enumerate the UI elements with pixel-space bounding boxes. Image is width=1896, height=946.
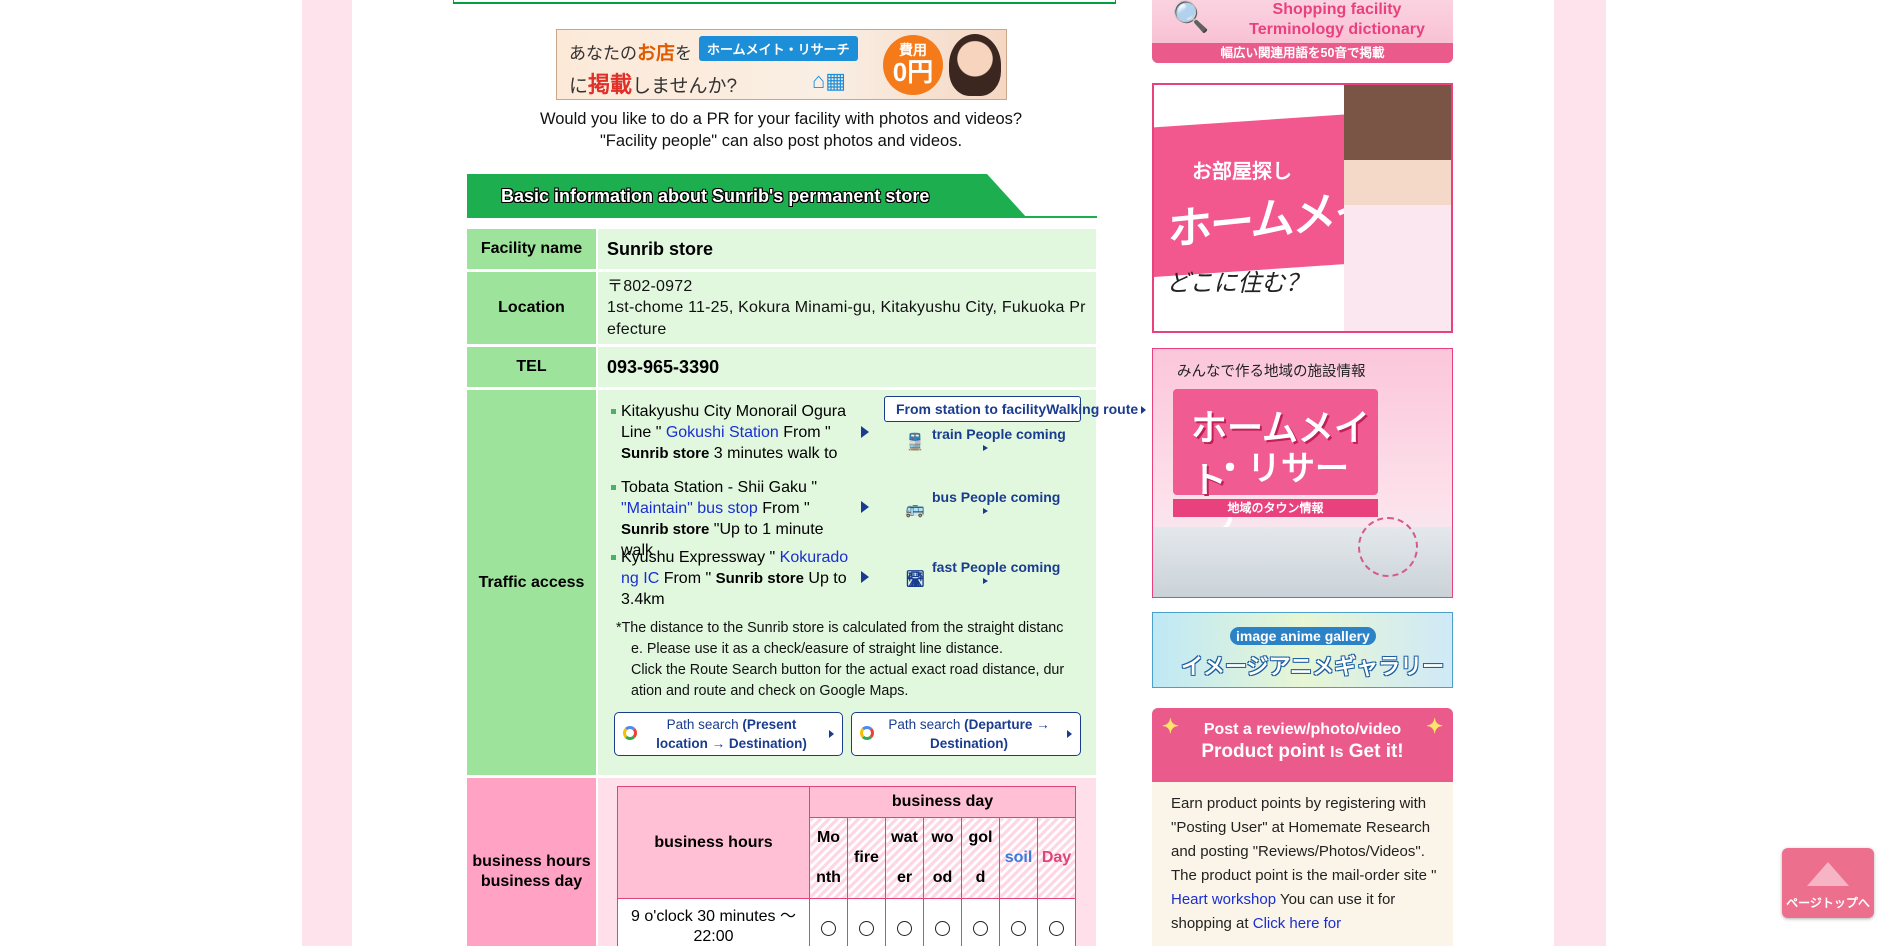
post-review-text: Earn product points by registering with …: [1171, 795, 1437, 932]
bus-stop-link[interactable]: "Maintain" bus stop: [621, 500, 758, 517]
homemate-research-banner[interactable]: みんなで作る地域の施設情報 ホームメイト ・リサーチ 地域のタウン情報: [1152, 348, 1453, 598]
previous-section-border: [453, 0, 1116, 4]
terminology-dictionary-banner[interactable]: 🔍 Shopping facility Terminology dictionar…: [1152, 0, 1453, 63]
post-review-box: ✦ ✦ Post a review/photo/video Product po…: [1152, 708, 1453, 946]
homemate-banner[interactable]: お部屋探し ホームメイト どこに住む？: [1152, 83, 1453, 333]
traffic-access-label: Traffic access: [467, 390, 596, 775]
heart-workshop-link[interactable]: Heart workshop: [1171, 891, 1276, 908]
walking-route-button[interactable]: From station to facilityWalking route: [884, 396, 1147, 422]
model-photo: [1344, 85, 1451, 331]
day-saturday: soil: [999, 817, 1038, 899]
tel-number: 093-965-3390: [607, 356, 720, 377]
day-friday: gol d: [961, 817, 1000, 899]
post-review-header[interactable]: ✦ ✦ Post a review/photo/video Product po…: [1152, 708, 1453, 782]
business-hours-table: business hours business day Mo nth fire w…: [617, 786, 1076, 946]
day-wednesday: wat er: [885, 817, 924, 899]
google-maps-icon: [860, 726, 874, 740]
house-icon: ⌂▦: [812, 68, 847, 93]
day-sunday: Day: [1037, 817, 1076, 899]
image-anime-gallery-banner[interactable]: image anime gallery イメージアニメギャラリー: [1152, 612, 1453, 688]
bullet-icon: [611, 555, 616, 560]
google-maps-icon: [623, 726, 637, 740]
tel-label: TEL: [467, 347, 596, 387]
bus-icon: 🚌: [905, 501, 925, 518]
facility-name-label: Facility name: [467, 229, 596, 269]
sparkle-icon: ✦: [1426, 716, 1443, 738]
magnifier-icon: 🔍: [1172, 1, 1210, 34]
path-search-present-button[interactable]: Path search (Present location → Destinat…: [614, 712, 843, 756]
day-tuesday: fire: [847, 817, 886, 899]
chevron-right-icon[interactable]: [861, 571, 869, 583]
click-here-link[interactable]: Click here for: [1253, 915, 1341, 932]
chevron-right-icon[interactable]: [861, 501, 869, 513]
train-icon: 🚆: [905, 434, 925, 451]
access-item-expressway: Kyushu Expressway " Kokurado ng IC From …: [611, 547, 851, 610]
path-search-departure-button[interactable]: Path search (Departure → Destination): [851, 712, 1081, 756]
location-label: Location: [467, 272, 596, 344]
col-business-hours: business hours: [617, 786, 810, 899]
tel-cell: 093-965-3390: [598, 347, 1096, 387]
free-cost-badge: 費用 0円: [883, 35, 943, 95]
highway-icon: 🛣: [905, 571, 926, 588]
bullet-icon: [611, 409, 616, 414]
address: 1st-chome 11-25, Kokura Minami-gu, Kitak…: [607, 299, 1086, 338]
postal-code: 〒802-0972: [607, 277, 693, 295]
ferris-wheel-icon: [1358, 517, 1418, 577]
ad-line-1: あなたのお店を: [569, 43, 693, 64]
section-title: Basic information about Sunrib's permane…: [501, 186, 930, 206]
station-link[interactable]: Gokushi Station: [666, 424, 779, 441]
chevron-right-icon: [983, 578, 988, 584]
right-gutter: [1554, 0, 1606, 946]
chevron-right-icon: [829, 730, 834, 738]
chevron-right-icon: [983, 508, 988, 514]
facility-name-cell: Sunrib store: [598, 229, 1096, 269]
open-mark: [809, 898, 848, 946]
open-mark: [885, 898, 924, 946]
location-cell: 〒802-0972 1st-chome 11-25, Kokura Minami…: [598, 272, 1096, 344]
pr-invitation-text: Would you like to do a PR for your facil…: [456, 108, 1106, 152]
sparkle-icon: ✦: [1162, 716, 1179, 738]
chevron-right-icon: [1067, 730, 1072, 738]
col-business-day: business day: [809, 786, 1076, 818]
left-gutter: [302, 0, 352, 946]
day-monday: Mo nth: [809, 817, 848, 899]
pr-line-2: "Facility people" can also post photos a…: [599, 132, 963, 150]
pr-line-1: Would you like to do a PR for your facil…: [539, 110, 1023, 128]
open-mark: [847, 898, 886, 946]
page-top-button[interactable]: ページトップへ: [1782, 848, 1874, 918]
open-mark: [961, 898, 1000, 946]
research-logo: ホームメイト ・リサーチ: [1173, 389, 1378, 537]
ad-line-2: に掲載しませんか?: [569, 72, 738, 97]
listing-ad-banner[interactable]: あなたのお店を ホームメイト・リサーチ に掲載しませんか? ⌂▦ 費用 0円: [556, 29, 1007, 100]
open-mark: [923, 898, 962, 946]
open-mark: [1037, 898, 1076, 946]
chevron-right-icon[interactable]: [861, 426, 869, 438]
section-heading: Basic information about Sunrib's permane…: [467, 174, 1097, 218]
arrow-up-icon: [1807, 862, 1849, 886]
distance-note: *The distance to the Sunrib store is cal…: [616, 620, 1065, 699]
ad-brand-pill: ホームメイト・リサーチ: [699, 36, 858, 61]
hours-time: 9 o'clock 30 minutes ～ 22:00: [617, 898, 810, 946]
facility-name: Sunrib store: [607, 238, 714, 259]
chevron-right-icon: [983, 445, 988, 451]
ad-model-photo: [949, 34, 1001, 96]
chevron-right-icon: [1141, 406, 1147, 414]
open-mark: [999, 898, 1038, 946]
day-thursday: wo od: [923, 817, 962, 899]
access-item-train: Kitakyushu City Monorail Ogura Line " Go…: [611, 401, 851, 464]
business-hours-label: business hours business day: [467, 778, 596, 946]
bullet-icon: [611, 485, 616, 490]
